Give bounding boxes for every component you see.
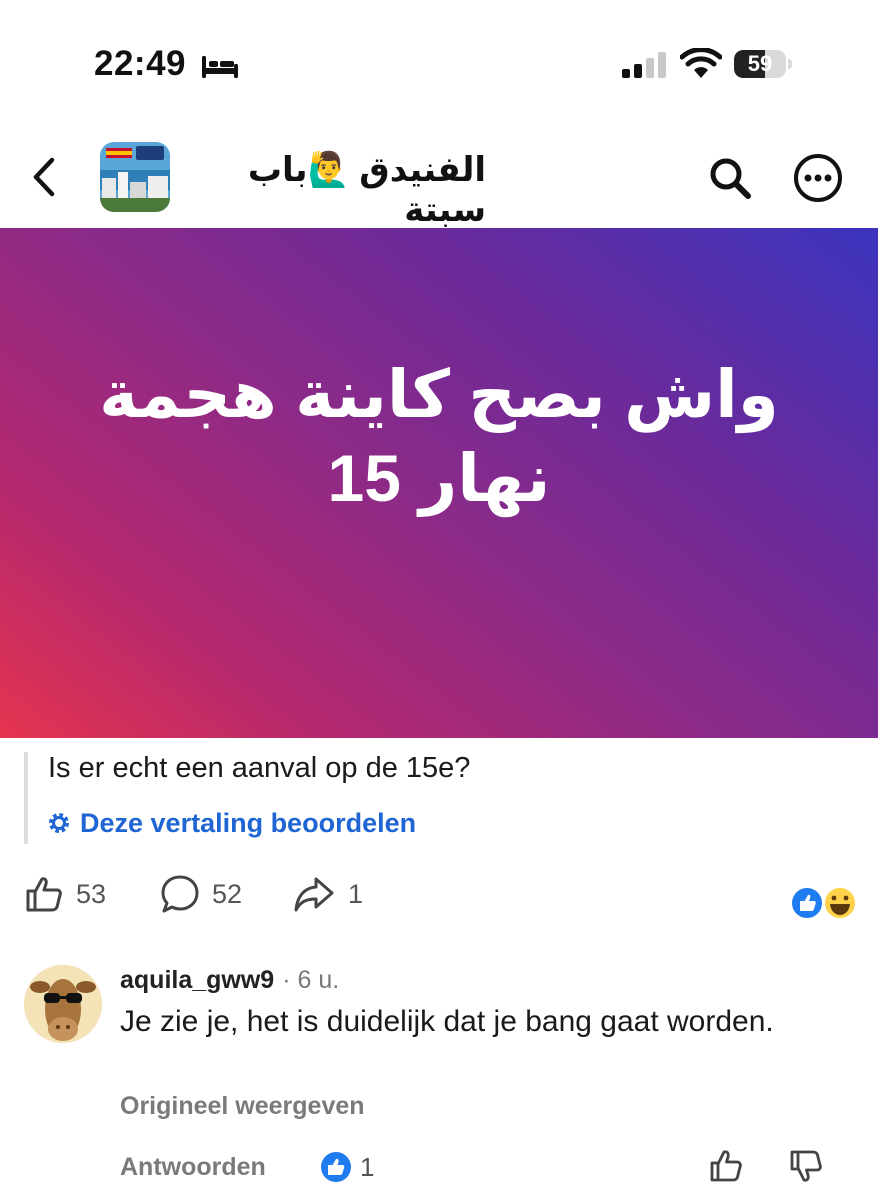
post-text-line-2: نهار 15 xyxy=(327,441,551,515)
post-text: واش بصح كاينة هجمة نهار 15 xyxy=(60,352,818,520)
back-chevron-icon[interactable] xyxy=(30,156,60,198)
status-time: 22:49 xyxy=(94,44,187,83)
like-badge-icon xyxy=(321,1152,351,1182)
translated-text: Is er echt een aanval op de 15e? xyxy=(48,752,471,784)
gear-icon xyxy=(49,813,69,833)
group-photo-image xyxy=(100,142,170,212)
camel-sunglasses-avatar xyxy=(24,965,102,1043)
share-button[interactable]: 1 xyxy=(292,872,363,916)
battery-indicator: 59 xyxy=(734,50,792,78)
like-icon xyxy=(26,877,62,912)
cellular-signal-icon xyxy=(622,52,666,78)
share-icon xyxy=(294,877,334,912)
search-icon[interactable] xyxy=(706,154,754,202)
battery-level: 59 xyxy=(747,51,773,76)
reaction-summary-icons[interactable] xyxy=(790,886,860,920)
like-button[interactable]: 53 xyxy=(24,872,106,916)
group-avatar[interactable] xyxy=(100,142,170,212)
comment-text: Je zie je, het is duidelijk dat je bang … xyxy=(120,1005,774,1038)
rate-translation-link[interactable]: Deze vertaling beoordelen xyxy=(48,806,416,840)
thumbs-down-icon[interactable] xyxy=(788,1148,824,1184)
share-count: 1 xyxy=(348,878,364,909)
rate-translation-label: Deze vertaling beoordelen xyxy=(80,807,417,838)
comment-count: 52 xyxy=(212,878,243,909)
bed-icon xyxy=(202,56,238,78)
comment-like-summary[interactable]: 1 xyxy=(320,1150,374,1184)
comment-like-count: 1 xyxy=(360,1151,375,1182)
comment-button[interactable]: 52 xyxy=(160,872,242,916)
translation-divider xyxy=(24,752,28,844)
comment-meta: aquila_gww9 · 6 u. xyxy=(120,966,339,995)
post-banner[interactable]: واش بصح كاينة هجمة نهار 15 xyxy=(0,228,878,738)
commenter-avatar[interactable] xyxy=(24,965,102,1043)
post-text-line-1: واش بصح كاينة هجمة xyxy=(99,357,779,431)
comment-icon xyxy=(161,875,199,913)
reply-button[interactable]: Antwoorden xyxy=(120,1153,266,1182)
group-name[interactable]: الفنيدق 🙋‍♂️باب سبتة xyxy=(186,150,486,230)
commenter-username[interactable]: aquila_gww9 xyxy=(120,966,274,995)
show-original-button[interactable]: Origineel weergeven xyxy=(120,1092,365,1121)
more-options-icon[interactable] xyxy=(792,152,844,204)
thumbs-up-icon[interactable] xyxy=(708,1148,744,1184)
like-count: 53 xyxy=(76,878,107,909)
wifi-icon xyxy=(680,48,722,78)
comment-timestamp: · 6 u. xyxy=(282,966,340,994)
